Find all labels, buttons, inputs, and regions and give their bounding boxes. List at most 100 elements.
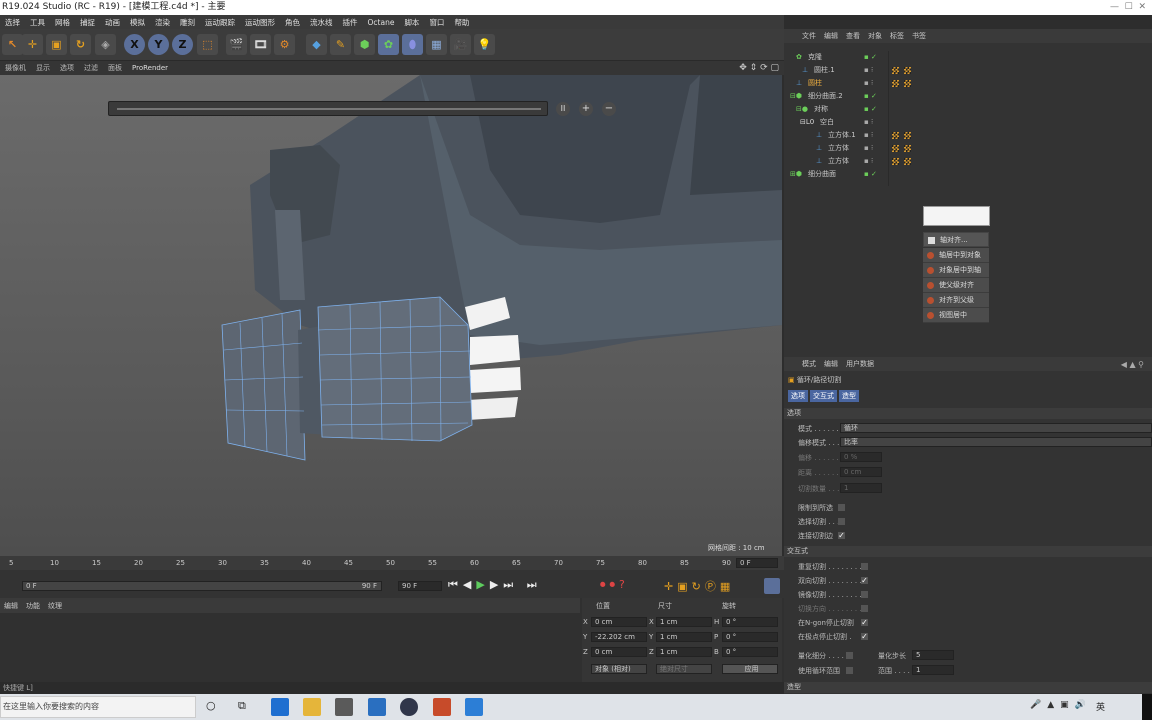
menu-item[interactable]: 帮助	[449, 17, 474, 28]
cube-primitive-icon[interactable]: ◆	[306, 34, 327, 55]
record-buttons[interactable]: ⏺⏺?	[600, 578, 629, 592]
viewport-menu-item[interactable]: 摄像机	[0, 63, 31, 73]
position-y-field[interactable]: -22.202 cm	[591, 632, 647, 642]
object-row[interactable]: ⊥ 立方体.1 ▪ ⁝	[784, 129, 1152, 142]
position-z-field[interactable]: 0 cm	[591, 647, 647, 657]
quant-step-field[interactable]: 5	[912, 650, 954, 660]
menu-item[interactable]: 插件	[338, 17, 363, 28]
om-menu-item[interactable]: 标签	[886, 31, 908, 41]
key-mode-buttons[interactable]: ✛▣↻Ⓟ▦	[664, 578, 734, 594]
camera-icon[interactable]: 🎥	[450, 34, 471, 55]
offset-field[interactable]: 0 %	[840, 452, 882, 462]
taskbar-search[interactable]: 在这里输入你要搜索的内容	[0, 696, 196, 718]
viewport-nav-icons[interactable]: ✥ ⇕ ⟳ ▢	[734, 63, 784, 73]
am-menu-item[interactable]: 用户数据	[842, 359, 878, 369]
3d-viewport[interactable]: II + − 网格间距 : 10 cm	[0, 75, 782, 556]
stop-at-ngon-checkbox[interactable]: ✓	[861, 619, 868, 627]
menu-item[interactable]: 窗口	[424, 17, 449, 28]
quantize-checkbox[interactable]	[846, 652, 853, 659]
mode-select[interactable]: 循环	[840, 423, 1152, 433]
material-menu-item[interactable]: 编辑	[0, 601, 22, 611]
z-axis-lock-button[interactable]: Z	[172, 34, 193, 55]
task-view-icon[interactable]: ⧉	[238, 699, 246, 713]
context-menu-item[interactable]: 轴居中到对象	[923, 248, 989, 263]
render-view-icon[interactable]: 🎬	[226, 34, 247, 55]
select-tool-icon[interactable]: ↖	[2, 34, 23, 55]
am-menu-item[interactable]: 模式	[798, 359, 820, 369]
viewport-menu-item[interactable]: 选项	[55, 63, 79, 73]
context-menu-header[interactable]: 轴对齐...	[923, 232, 989, 247]
am-menu-item[interactable]: 编辑	[820, 359, 842, 369]
range-field[interactable]: 1	[912, 665, 954, 675]
frame-range-slider[interactable]: 0 F 90 F	[22, 581, 382, 591]
menu-item[interactable]: 雕刻	[175, 17, 200, 28]
mail-icon[interactable]	[368, 698, 386, 716]
edge-icon[interactable]	[271, 698, 289, 716]
x-axis-lock-button[interactable]: X	[124, 34, 145, 55]
viewport-menu-item[interactable]: ProRender	[127, 64, 173, 72]
viewport-menu-item[interactable]: 面板	[103, 63, 127, 73]
coord-mode-select[interactable]: 对象 (相对)	[591, 664, 647, 674]
object-row[interactable]: ⊥ 立方体 ▪ ⁝	[784, 142, 1152, 155]
deformer-icon[interactable]: ⬮	[402, 34, 423, 55]
om-menu-item[interactable]: 文件	[798, 31, 820, 41]
ppt-icon[interactable]	[433, 698, 451, 716]
am-nav-arrows[interactable]: ◀ ▲ ⚲	[1121, 360, 1152, 369]
rotation-p-field[interactable]: 0 °	[722, 632, 778, 642]
cloner-icon[interactable]: ✿	[378, 34, 399, 55]
section-interactive-header[interactable]: 交互式	[784, 546, 1152, 557]
search-overlay-bar[interactable]	[108, 101, 548, 116]
distance-field[interactable]: 0 cm	[840, 467, 882, 477]
section-options-header[interactable]: 选项	[784, 408, 1152, 419]
menu-item[interactable]: 渲染	[150, 17, 175, 28]
object-row[interactable]: ⊥ 圆柱 ▪ ⁝	[784, 77, 1152, 90]
menu-item[interactable]: 捕捉	[75, 17, 100, 28]
pause-icon[interactable]: II	[556, 102, 570, 116]
material-menu-item[interactable]: 纹理	[44, 601, 66, 611]
current-frame-field[interactable]: 0 F	[736, 558, 778, 568]
minus-icon[interactable]: −	[602, 102, 616, 116]
menu-item[interactable]: 选择	[0, 17, 25, 28]
apply-button[interactable]: 应用	[722, 664, 778, 674]
cortana-icon[interactable]: ○	[206, 699, 216, 712]
store-icon[interactable]	[335, 698, 353, 716]
cinema4d-icon[interactable]	[400, 698, 418, 716]
section-shape-header[interactable]: 造型	[784, 682, 1152, 693]
subtab-interactive[interactable]: 交互式	[810, 390, 837, 402]
file-explorer-icon[interactable]	[303, 698, 321, 716]
menu-item[interactable]: 网格	[50, 17, 75, 28]
offset-mode-select[interactable]: 比率	[840, 437, 1152, 447]
om-menu-item[interactable]: 对象	[864, 31, 886, 41]
window-controls[interactable]: — ☐ ✕	[1110, 0, 1146, 15]
rotation-h-field[interactable]: 0 °	[722, 617, 778, 627]
mirror-cut-checkbox[interactable]	[861, 591, 868, 598]
object-row[interactable]: ⊥ 圆柱.1 ▪ ⁝	[784, 64, 1152, 77]
tray-icons[interactable]: 🎤▲▣🔊	[1030, 700, 1092, 710]
object-row[interactable]: ⊥ 立方体 ▪ ⁝	[784, 155, 1152, 168]
bidirectional-cut-checkbox[interactable]: ✓	[861, 577, 868, 585]
viewport-menu-item[interactable]: 显示	[31, 63, 55, 73]
timeline-window-icon[interactable]	[764, 578, 780, 594]
size-z-field[interactable]: 1 cm	[656, 647, 712, 657]
menu-item[interactable]: 脚本	[399, 17, 424, 28]
repeat-cut-checkbox[interactable]	[861, 563, 868, 570]
floor-scene-icon[interactable]: ▦	[426, 34, 447, 55]
object-row[interactable]: ✿ 克隆 ▪ ✓	[784, 51, 1152, 64]
object-row[interactable]: ⊟L0 空白 ▪ ⁝	[784, 116, 1152, 129]
context-menu-item[interactable]: 对齐到父级	[923, 293, 989, 308]
connect-cut-edges-checkbox[interactable]: ✓	[838, 532, 845, 540]
size-x-field[interactable]: 1 cm	[656, 617, 712, 627]
pen-spline-icon[interactable]: ✎	[330, 34, 351, 55]
render-settings-icon[interactable]: ⚙	[274, 34, 295, 55]
context-menu-item[interactable]: 使父级对齐	[923, 278, 989, 293]
object-row[interactable]: ⊟● 对称 ▪ ✓	[784, 103, 1152, 116]
input-language[interactable]: 英	[1096, 700, 1105, 713]
menu-item[interactable]: 运动跟踪	[200, 17, 240, 28]
flip-direction-checkbox[interactable]	[861, 605, 868, 612]
size-mode-select[interactable]: 绝对尺寸	[656, 664, 712, 674]
om-menu-item[interactable]: 书签	[908, 31, 930, 41]
light-icon[interactable]: 💡	[474, 34, 495, 55]
rotate-tool-icon[interactable]: ↻	[70, 34, 91, 55]
popup-input[interactable]	[923, 206, 990, 226]
menu-item[interactable]: 动画	[100, 17, 125, 28]
